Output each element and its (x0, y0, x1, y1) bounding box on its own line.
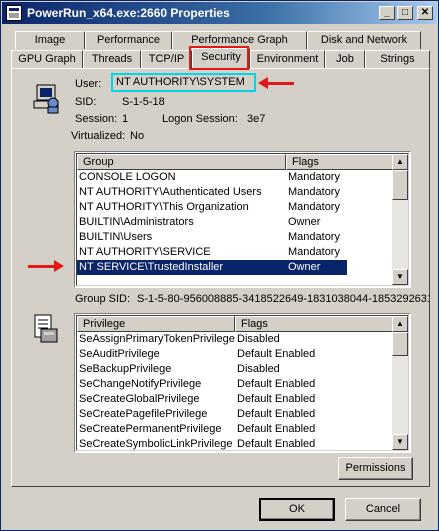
table-row[interactable]: BUILTIN\Administrators Owner (77, 215, 395, 230)
user-arrow (258, 77, 294, 89)
computer-user-icon (33, 84, 59, 114)
tab-strings[interactable]: Strings (365, 50, 430, 68)
group-name: CONSOLE LOGON (79, 171, 176, 183)
sid-label: SID: (75, 96, 97, 108)
cancel-button[interactable]: Cancel (345, 498, 421, 521)
selected-group-arrow (28, 260, 64, 272)
tab-gpu-graph[interactable]: GPU Graph (11, 50, 83, 68)
group-column-header[interactable]: Group (77, 154, 286, 170)
privilege-flags: Disabled (237, 333, 280, 345)
title-bar[interactable]: PowerRun_x64.exe:2660 Properties _ □ ✕ (2, 2, 437, 24)
close-button[interactable]: ✕ (417, 6, 433, 20)
security-tab-highlight (189, 46, 249, 70)
table-row[interactable]: SeAuditPrivilege Default Enabled (77, 347, 395, 362)
table-row[interactable]: CONSOLE LOGON Mandatory (77, 170, 395, 185)
scroll-thumb[interactable] (392, 332, 408, 356)
group-name: NT AUTHORITY\SERVICE (79, 246, 211, 258)
ok-button[interactable]: OK (259, 498, 335, 521)
privilege-name: SeCreateSymbolicLinkPrivilege (79, 438, 233, 450)
group-sid-label: Group SID: (75, 293, 131, 305)
table-row[interactable]: SeBackupPrivilege Disabled (77, 362, 395, 377)
tab-threads[interactable]: Threads (83, 50, 141, 68)
group-flags: Mandatory (288, 171, 340, 183)
privilege-name: SeAuditPrivilege (79, 348, 160, 360)
table-row[interactable]: NT AUTHORITY\This Organization Mandatory (77, 200, 395, 215)
session-label: Session: (75, 113, 118, 125)
virtualized-value: No (130, 130, 145, 142)
privilege-flags: Default Enabled (237, 408, 316, 420)
privilege-name: SeCreateGlobalPrivilege (79, 393, 200, 405)
group-name: BUILTIN\Administrators (79, 216, 194, 228)
properties-window: PowerRun_x64.exe:2660 Properties _ □ ✕ I… (0, 0, 439, 531)
table-row[interactable]: SeCreateSymbolicLinkPrivilege Default Ena… (77, 437, 395, 450)
scroll-down-arrow-icon[interactable]: ▼ (392, 269, 408, 285)
table-row[interactable]: BUILTIN\Users Mandatory (77, 230, 395, 245)
table-row[interactable]: SeCreatePagefilePrivilege Default Enabled (77, 407, 395, 422)
scroll-up-arrow-icon[interactable]: ▲ (392, 316, 408, 332)
privilege-flags-column-header[interactable]: Flags (235, 316, 396, 332)
scroll-thumb[interactable] (392, 170, 408, 200)
tab-performance[interactable]: Performance (85, 31, 172, 49)
privilege-column-header[interactable]: Privilege (77, 316, 235, 332)
privilege-flags: Default Enabled (237, 378, 316, 390)
privilege-flags: Default Enabled (237, 393, 316, 405)
privilege-flags: Disabled (237, 363, 280, 375)
group-flags: Mandatory (288, 186, 340, 198)
scroll-down-arrow-icon[interactable]: ▼ (392, 434, 408, 450)
virtualized-label: Virtualized: (71, 130, 126, 142)
privilege-flags: Default Enabled (237, 348, 316, 360)
user-value: NT AUTHORITY\SYSTEM (116, 76, 245, 88)
privileges-scrollbar[interactable]: ▲ ▼ (392, 316, 408, 450)
window-title: PowerRun_x64.exe:2660 Properties (27, 6, 230, 20)
group-name: BUILTIN\Users (79, 231, 153, 243)
table-row-selected[interactable]: NT SERVICE\TrustedInstaller Owner (77, 260, 347, 275)
table-row[interactable]: SeChangeNotifyPrivilege Default Enabled (77, 377, 395, 392)
groups-list[interactable]: Group Flags CONSOLE LOGON Mandatory NT AU… (74, 151, 411, 288)
group-flags: Owner (288, 216, 321, 228)
privilege-name: SeBackupPrivilege (79, 363, 172, 375)
group-flags: Mandatory (288, 246, 340, 258)
tab-image[interactable]: Image (15, 31, 85, 49)
group-flags: Mandatory (288, 231, 340, 243)
privilege-name: SeCreatePagefilePrivilege (79, 408, 208, 420)
sid-value: S-1-5-18 (122, 96, 165, 108)
group-flags: Owner (288, 261, 321, 273)
group-sid-value: S-1-5-80-956008885-3418522649-1831038044… (137, 293, 429, 305)
privilege-name: SeAssignPrimaryTokenPrivilege (79, 333, 235, 345)
tab-environment[interactable]: Environment (250, 50, 325, 68)
logon-session-value: 3e7 (247, 113, 266, 125)
privileges-list[interactable]: Privilege Flags SeAssignPrimaryTokenPriv… (74, 313, 411, 453)
flags-column-header[interactable]: Flags (286, 154, 396, 170)
table-row[interactable]: NT AUTHORITY\Authenticated Users Mandator… (77, 185, 395, 200)
table-row[interactable]: SeCreatePermanentPrivilege Default Enable… (77, 422, 395, 437)
groups-scrollbar[interactable]: ▲ ▼ (392, 154, 408, 285)
privileges-icon (34, 314, 58, 343)
tab-tcpip[interactable]: TCP/IP (141, 50, 192, 68)
tab-job[interactable]: Job (325, 50, 365, 68)
table-row[interactable]: NT AUTHORITY\SERVICE Mandatory (77, 245, 395, 260)
app-icon (6, 5, 22, 21)
table-row[interactable]: SeAssignPrimaryTokenPrivilege Disabled (77, 332, 395, 347)
privilege-name: SeCreatePermanentPrivilege (79, 423, 222, 435)
scroll-up-arrow-icon[interactable]: ▲ (392, 154, 408, 170)
session-value: 1 (122, 113, 129, 125)
logon-session-label: Logon Session: (162, 113, 238, 125)
user-label: User: (75, 78, 102, 90)
security-panel: User: NT AUTHORITY\SYSTEM SID: S-1-5-18 … (11, 68, 430, 487)
permissions-button[interactable]: Permissions (338, 457, 413, 480)
tab-disk-and-network[interactable]: Disk and Network (307, 31, 421, 49)
minimize-button[interactable]: _ (379, 6, 395, 20)
table-row[interactable]: SeCreateGlobalPrivilege Default Enabled (77, 392, 395, 407)
group-name: NT AUTHORITY\Authenticated Users (79, 186, 262, 198)
privilege-flags: Default Enabled (237, 423, 316, 435)
maximize-button[interactable]: □ (397, 6, 413, 20)
privilege-flags: Default Enabled (237, 438, 316, 450)
group-name: NT SERVICE\TrustedInstaller (79, 261, 224, 273)
group-name: NT AUTHORITY\This Organization (79, 201, 249, 213)
privilege-name: SeChangeNotifyPrivilege (79, 378, 202, 390)
group-flags: Mandatory (288, 201, 340, 213)
